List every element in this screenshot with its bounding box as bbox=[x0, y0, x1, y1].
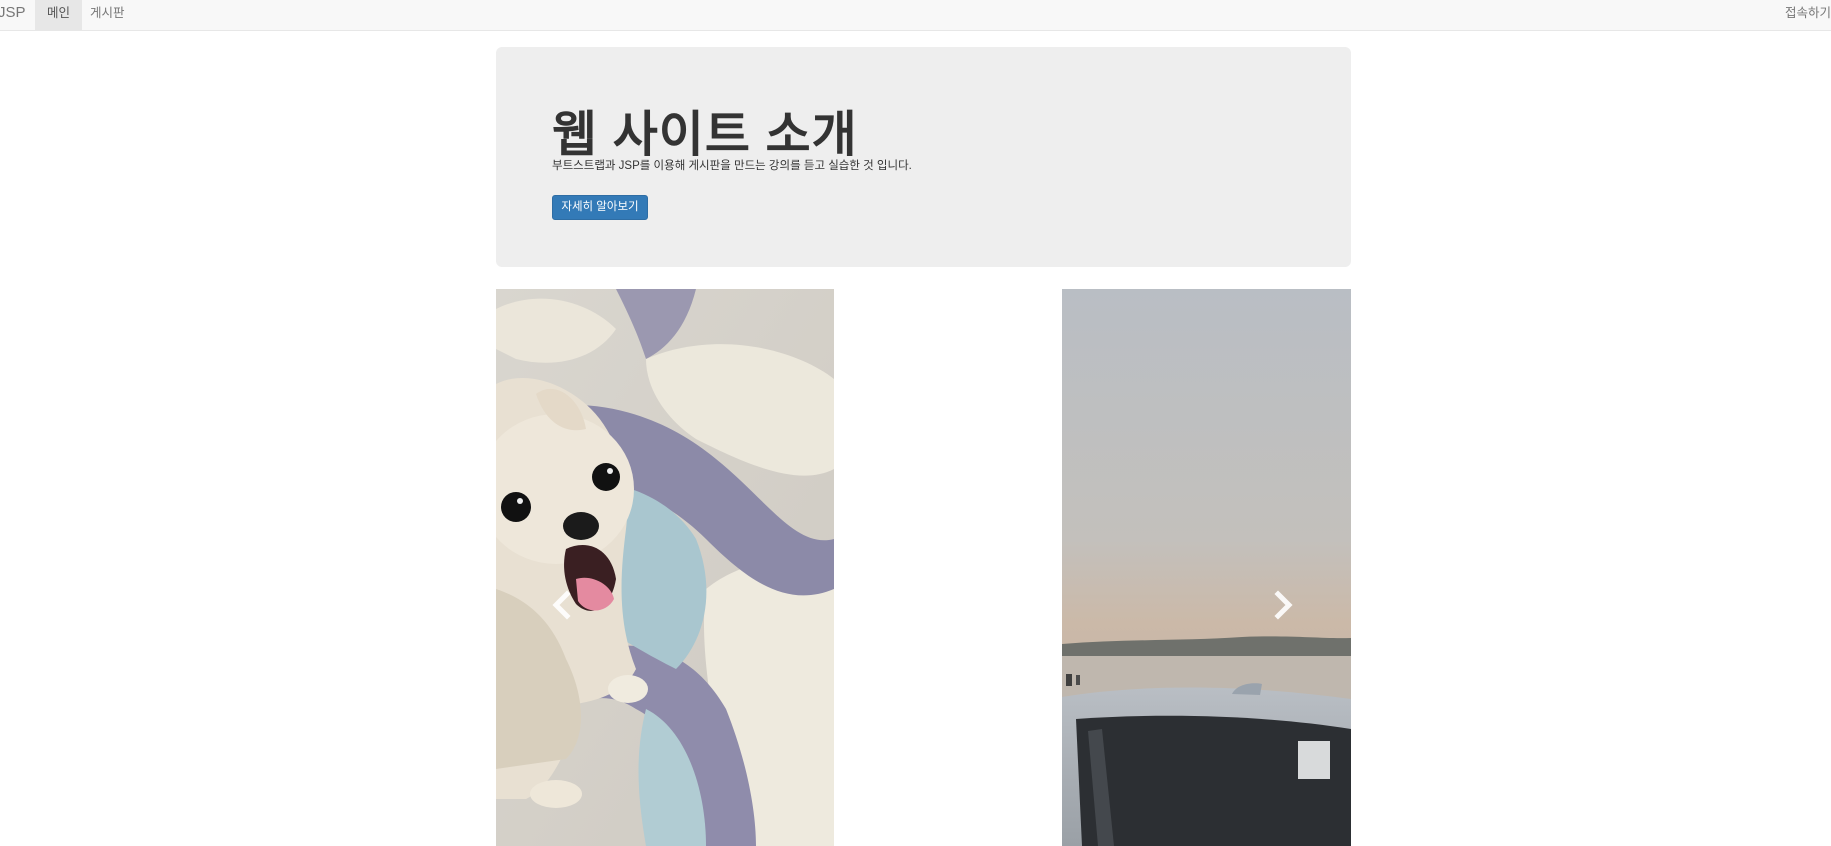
image-carousel bbox=[496, 289, 1351, 846]
nav-item-main[interactable]: 메인 bbox=[35, 0, 83, 30]
navbar: JSP 메인 게시판 접속하기 bbox=[0, 0, 1831, 31]
jumbotron: 웹 사이트 소개 부트스트랩과 JSP를 이용해 게시판을 만드는 강의를 듣고… bbox=[496, 47, 1351, 267]
car-seaside-photo bbox=[1062, 289, 1351, 846]
page-title: 웹 사이트 소개 bbox=[552, 108, 858, 162]
dog-photo bbox=[496, 289, 834, 846]
carousel-next-button[interactable] bbox=[1272, 590, 1296, 620]
navbar-brand[interactable]: JSP bbox=[0, 0, 36, 30]
connect-dropdown[interactable]: 접속하기 bbox=[1779, 0, 1831, 30]
carousel-prev-button[interactable] bbox=[549, 590, 573, 620]
chevron-right-icon bbox=[1274, 590, 1293, 620]
chevron-left-icon bbox=[552, 590, 571, 620]
page-description: 부트스트랩과 JSP를 이용해 게시판을 만드는 강의를 듣고 실습한 것 입니… bbox=[552, 160, 912, 172]
nav-item-board[interactable]: 게시판 bbox=[78, 0, 137, 30]
learn-more-button[interactable]: 자세히 알아보기 bbox=[552, 195, 648, 220]
